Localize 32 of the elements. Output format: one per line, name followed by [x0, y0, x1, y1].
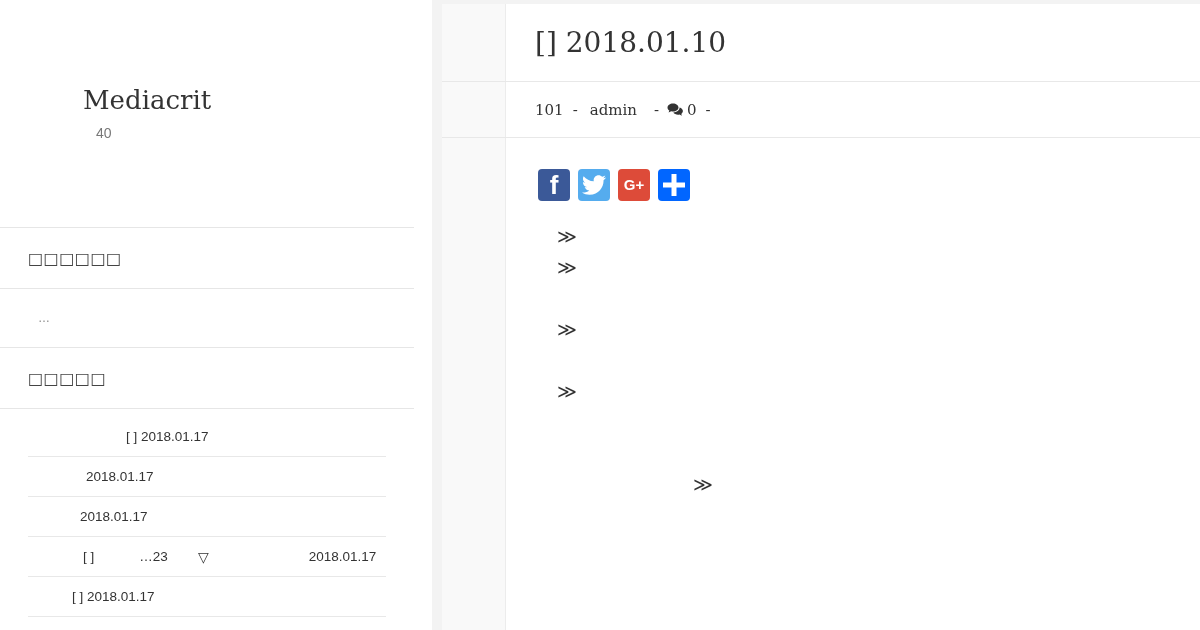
share-button[interactable]: f [538, 169, 570, 201]
post-link[interactable]: [ ] 2018.01.17 [126, 429, 209, 444]
post-link[interactable]: ▽ [197, 548, 209, 565]
post-meta-text: 101 [535, 100, 564, 119]
post-title: [] 2018.01.10 [535, 24, 727, 61]
post-link[interactable]: [ ] 2018.01.17 [72, 589, 155, 604]
paragraph-text: ≫ [557, 379, 577, 404]
speech-bubbles-icon [667, 103, 684, 116]
comment-count[interactable]: 0 [687, 100, 697, 119]
post-meta-text: - [653, 100, 660, 119]
share-button[interactable] [578, 169, 610, 201]
post-link[interactable]: 2018.01.17 [80, 509, 148, 524]
paragraph-text: ≫ [693, 472, 713, 497]
post-link[interactable]: [ ] [83, 549, 95, 564]
post-meta-text: - [572, 100, 578, 119]
post-meta-text: - [705, 100, 711, 119]
widget-heading: □□□□□ [28, 368, 107, 388]
paragraph-text: ≫ [557, 224, 577, 249]
post-link[interactable]: 2018.01.17 [308, 549, 377, 564]
paragraph-text: ≫ [557, 255, 577, 280]
plus-icon [663, 174, 685, 196]
site-subtitle: 40 [96, 124, 112, 142]
post-link[interactable]: 2018.01.17 [86, 469, 154, 484]
paragraph-text: ≫ [557, 317, 577, 342]
widget-text: … [38, 311, 50, 325]
widget-heading: □□□□□□ [28, 248, 122, 268]
share-button[interactable]: G+ [618, 169, 650, 201]
site-title[interactable]: Mediacrit [83, 84, 212, 116]
bird-icon [582, 175, 606, 195]
post-link[interactable]: …23 [139, 549, 168, 564]
post-meta-text: admin [589, 100, 637, 119]
share-button[interactable] [658, 169, 690, 201]
